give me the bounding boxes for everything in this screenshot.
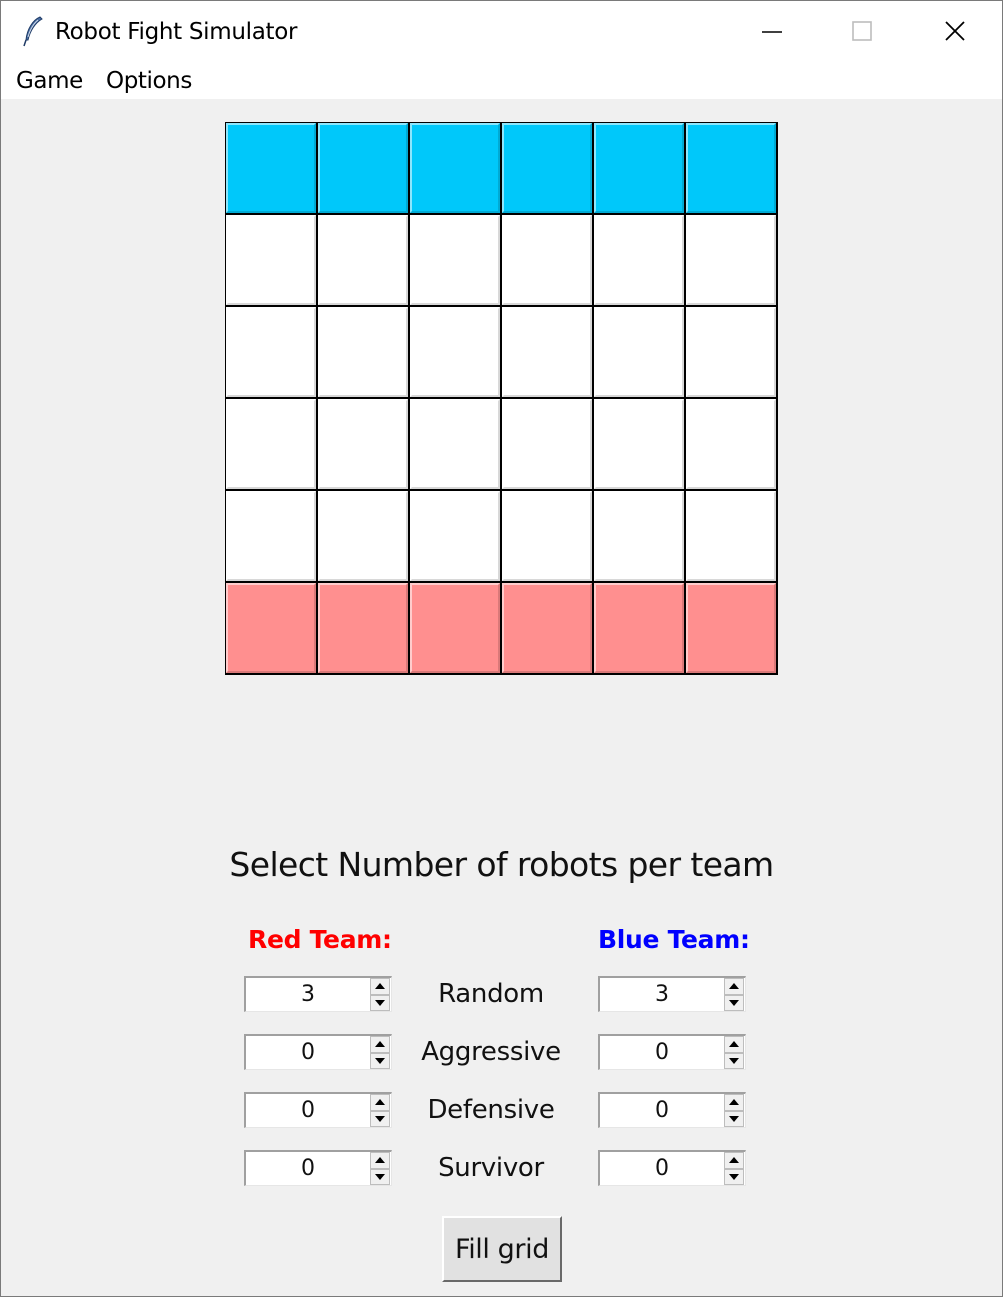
grid-cell[interactable]: [410, 583, 500, 673]
red-defensive-spinbox[interactable]: 0: [244, 1092, 392, 1128]
grid-cell[interactable]: [318, 123, 408, 213]
red-aggressive-spinbox[interactable]: 0: [244, 1034, 392, 1070]
arrow-down-icon[interactable]: [370, 1110, 390, 1127]
grid-cell[interactable]: [410, 123, 500, 213]
blue-random-spinbox[interactable]: 3: [598, 976, 746, 1012]
menu-bar: Game Options: [1, 63, 1002, 99]
grid-cell[interactable]: [594, 307, 684, 397]
blue-defensive-spinbox[interactable]: 0: [598, 1092, 746, 1128]
battle-grid: [225, 122, 778, 675]
arrow-up-icon[interactable]: [370, 1094, 390, 1111]
red-survivor-value[interactable]: 0: [246, 1152, 370, 1185]
arrow-down-icon[interactable]: [370, 1052, 390, 1069]
feather-icon: [23, 16, 43, 47]
arrow-down-icon[interactable]: [724, 1168, 744, 1185]
grid-cell[interactable]: [226, 307, 316, 397]
blue-team-label: Blue Team:: [598, 925, 750, 954]
grid-cell[interactable]: [502, 123, 592, 213]
grid-cell[interactable]: [502, 491, 592, 581]
grid-cell[interactable]: [410, 399, 500, 489]
grid-cell[interactable]: [318, 583, 408, 673]
red-survivor-spinbox[interactable]: 0: [244, 1150, 392, 1186]
grid-cell[interactable]: [226, 491, 316, 581]
arrow-up-icon[interactable]: [724, 1094, 744, 1111]
arrow-up-icon[interactable]: [724, 1152, 744, 1169]
maximize-icon[interactable]: [816, 1, 908, 63]
close-icon[interactable]: [909, 1, 1001, 63]
grid-cell[interactable]: [502, 399, 592, 489]
arrow-down-icon[interactable]: [724, 994, 744, 1011]
grid-cell[interactable]: [410, 307, 500, 397]
arrow-down-icon[interactable]: [724, 1052, 744, 1069]
grid-cell[interactable]: [502, 307, 592, 397]
arrow-down-icon[interactable]: [724, 1110, 744, 1127]
grid-cell[interactable]: [594, 123, 684, 213]
grid-cell[interactable]: [318, 215, 408, 305]
grid-cell[interactable]: [226, 215, 316, 305]
blue-aggressive-value[interactable]: 0: [600, 1036, 724, 1069]
robot-type-aggressive: Aggressive: [421, 1037, 561, 1067]
red-aggressive-value[interactable]: 0: [246, 1036, 370, 1069]
grid-cell[interactable]: [226, 399, 316, 489]
grid-cell[interactable]: [686, 123, 776, 213]
grid-cell[interactable]: [410, 215, 500, 305]
title-bar[interactable]: Robot Fight Simulator: [1, 1, 1002, 63]
red-random-value[interactable]: 3: [246, 978, 370, 1011]
arrow-down-icon[interactable]: [370, 1168, 390, 1185]
grid-cell[interactable]: [594, 399, 684, 489]
robot-type-random: Random: [438, 979, 544, 1009]
robot-type-defensive: Defensive: [427, 1095, 555, 1125]
app-window: Robot Fight Simulator Game Options Selec…: [0, 0, 1003, 1297]
arrow-up-icon[interactable]: [370, 978, 390, 995]
arrow-down-icon[interactable]: [370, 994, 390, 1011]
grid-cell[interactable]: [226, 123, 316, 213]
grid-cell[interactable]: [594, 491, 684, 581]
blue-random-value[interactable]: 3: [600, 978, 724, 1011]
arrow-up-icon[interactable]: [370, 1152, 390, 1169]
window-title: Robot Fight Simulator: [55, 19, 298, 45]
grid-cell[interactable]: [594, 215, 684, 305]
menu-options[interactable]: Options: [106, 68, 192, 94]
arrow-up-icon[interactable]: [724, 1036, 744, 1053]
grid-cell[interactable]: [318, 307, 408, 397]
grid-cell[interactable]: [594, 583, 684, 673]
grid-cell[interactable]: [686, 583, 776, 673]
grid-cell[interactable]: [686, 307, 776, 397]
fill-grid-button[interactable]: Fill grid: [442, 1216, 562, 1282]
grid-cell[interactable]: [410, 491, 500, 581]
blue-defensive-value[interactable]: 0: [600, 1094, 724, 1127]
robots-per-team-heading: Select Number of robots per team: [229, 845, 774, 884]
blue-survivor-value[interactable]: 0: [600, 1152, 724, 1185]
red-random-spinbox[interactable]: 3: [244, 976, 392, 1012]
blue-survivor-spinbox[interactable]: 0: [598, 1150, 746, 1186]
grid-cell[interactable]: [318, 399, 408, 489]
grid-cell[interactable]: [686, 491, 776, 581]
grid-cell[interactable]: [502, 583, 592, 673]
robot-type-survivor: Survivor: [438, 1153, 544, 1183]
red-defensive-value[interactable]: 0: [246, 1094, 370, 1127]
blue-aggressive-spinbox[interactable]: 0: [598, 1034, 746, 1070]
grid-cell[interactable]: [318, 491, 408, 581]
menu-game[interactable]: Game: [16, 68, 83, 94]
grid-cell[interactable]: [686, 399, 776, 489]
grid-cell[interactable]: [686, 215, 776, 305]
minimize-icon[interactable]: [726, 1, 818, 63]
grid-cell[interactable]: [502, 215, 592, 305]
arrow-up-icon[interactable]: [370, 1036, 390, 1053]
grid-cell[interactable]: [226, 583, 316, 673]
arrow-up-icon[interactable]: [724, 978, 744, 995]
red-team-label: Red Team:: [248, 925, 392, 954]
